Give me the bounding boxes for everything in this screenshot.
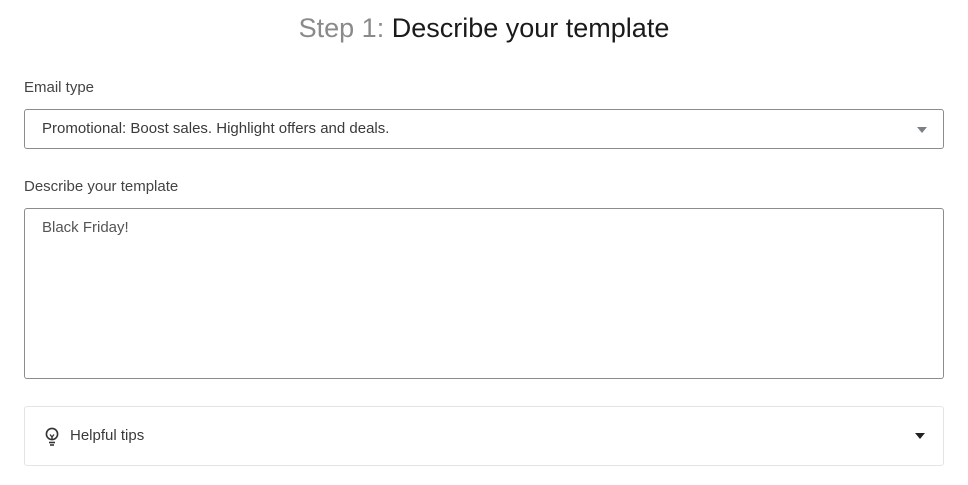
chevron-down-icon: [917, 127, 927, 133]
email-type-select[interactable]: Promotional: Boost sales. Highlight offe…: [24, 109, 944, 149]
helpful-tips-accordion[interactable]: Helpful tips: [24, 406, 944, 466]
description-field-container: [24, 208, 944, 379]
step-number: Step 1:: [298, 13, 385, 43]
page-title: Step 1: Describe your template: [0, 10, 968, 46]
step-title: Describe your template: [391, 13, 670, 43]
chevron-down-icon: [915, 433, 925, 439]
email-type-label: Email type: [24, 79, 95, 96]
description-label: Describe your template: [24, 178, 179, 195]
helpful-tips-label: Helpful tips: [70, 427, 145, 444]
description-textarea[interactable]: [25, 209, 943, 378]
lightbulb-icon: [45, 427, 59, 446]
email-type-selected-value: Promotional: Boost sales. Highlight offe…: [42, 120, 390, 137]
